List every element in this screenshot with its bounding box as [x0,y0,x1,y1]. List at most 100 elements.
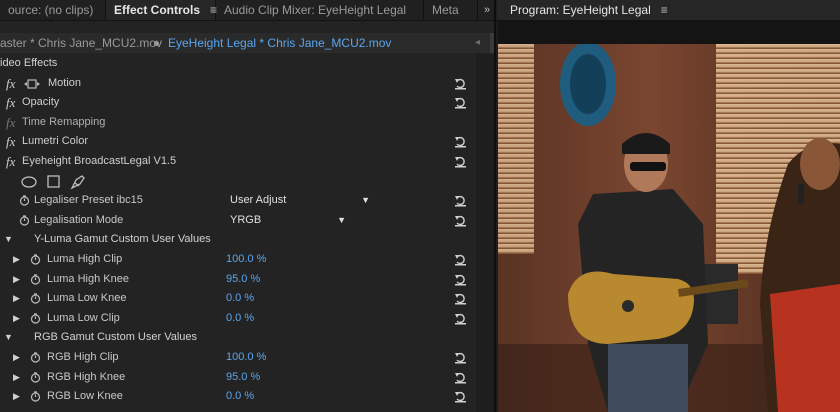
stopwatch-icon[interactable] [30,352,41,363]
effect-eyeheight-broadcastlegal[interactable]: fx Eyeheight BroadcastLegal V1.5 [0,152,476,172]
fx-toggle-icon[interactable]: fx [6,152,15,172]
param-luma-high-knee: ▶ Luma High Knee 95.0 % [0,270,476,290]
stopwatch-icon[interactable] [19,215,30,226]
group-rgb-gamut[interactable]: ▼ RGB Gamut Custom User Values [0,328,476,348]
tab-metadata[interactable]: Meta [424,0,478,20]
disclosure-open-icon[interactable]: ▼ [4,230,13,250]
fx-toggle-icon[interactable]: fx [6,93,15,113]
disclosure-closed-icon[interactable]: ▶ [13,309,20,329]
effect-motion[interactable]: fx Motion [0,74,476,94]
clip-selector-bar: aster * Chris Jane_MCU2.mov EyeHeight Le… [0,33,494,53]
effect-label: Lumetri Color [22,135,89,148]
reset-icon[interactable] [454,292,467,305]
effect-label: Opacity [22,96,60,109]
stopwatch-icon[interactable] [30,293,41,304]
param-label: RGB High Knee [47,370,126,383]
reset-icon[interactable] [454,155,467,168]
reset-icon[interactable] [454,135,467,148]
mask-tools-row [0,172,476,192]
effect-label: Time Remapping [22,115,106,128]
group-label: RGB Gamut Custom User Values [34,331,198,344]
param-label: RGB Low Knee [47,390,123,403]
fx-toggle-icon[interactable]: fx [6,113,15,133]
legaliser-preset-dropdown[interactable]: User Adjust ▼ [226,191,376,210]
stopwatch-icon[interactable] [30,313,41,324]
tab-audio-clip-mixer[interactable]: Audio Clip Mixer: EyeHeight Legal [216,0,424,20]
param-value[interactable]: 95.0 % [226,368,260,388]
stopwatch-icon[interactable] [19,195,30,206]
param-luma-low-clip: ▶ Luma Low Clip 0.0 % [0,309,476,329]
param-value[interactable]: 0.0 % [226,309,254,329]
disclosure-closed-icon[interactable]: ▶ [13,368,20,388]
effect-lumetri-color[interactable]: fx Lumetri Color [0,132,476,152]
legalisation-mode-dropdown[interactable]: YRGB ▼ [226,211,352,230]
disclosure-closed-icon[interactable]: ▶ [13,250,20,270]
reset-icon[interactable] [454,96,467,109]
param-label: Legaliser Preset ibc15 [34,194,143,207]
param-value[interactable]: 0.0 % [226,387,254,407]
effect-label: Eyeheight BroadcastLegal V1.5 [22,154,177,167]
clip-separator-dot [154,41,159,46]
chevron-down-icon: ▼ [337,214,346,225]
fx-toggle-icon[interactable]: fx [6,132,15,152]
param-legaliser-preset: Legaliser Preset ibc15 User Adjust ▼ [0,191,476,211]
param-value[interactable]: 100.0 % [226,348,266,368]
reset-icon[interactable] [454,77,467,90]
timeline-toggle-icon[interactable]: ◂ [475,33,480,53]
group-label: Y-Luma Gamut Custom User Values [34,233,211,246]
param-label: RGB High Clip [47,350,119,363]
program-monitor-panel [498,21,840,412]
tab-source[interactable]: ource: (no clips) [0,0,106,20]
stopwatch-icon[interactable] [30,391,41,402]
chevron-down-icon: ▼ [361,195,370,206]
video-effects-header: ideo Effects [0,57,58,69]
param-rgb-high-clip: ▶ RGB High Clip 100.0 % [0,348,476,368]
program-menu-icon[interactable]: ≡ [661,3,668,17]
reset-icon[interactable] [454,214,467,227]
param-rgb-high-knee: ▶ RGB High Knee 95.0 % [0,368,476,388]
param-label: Legalisation Mode [34,213,124,226]
reset-icon[interactable] [454,194,467,207]
stopwatch-icon[interactable] [30,254,41,265]
disclosure-open-icon[interactable]: ▼ [4,328,13,348]
effect-opacity[interactable]: fx Opacity [0,93,476,113]
timeline-area[interactable] [476,54,494,412]
rectangle-mask-icon [47,174,60,188]
disclosure-closed-icon[interactable]: ▶ [13,387,20,407]
tab-program-monitor[interactable]: Program: EyeHeight Legal ≡ [498,0,840,20]
param-value[interactable]: 100.0 % [226,250,266,270]
disclosure-closed-icon[interactable]: ▶ [13,289,20,309]
reset-icon[interactable] [454,371,467,384]
program-video-frame[interactable] [498,44,840,412]
reset-icon[interactable] [454,390,467,403]
reset-icon[interactable] [454,273,467,286]
group-y-luma-gamut[interactable]: ▼ Y-Luma Gamut Custom User Values [0,230,476,250]
param-luma-low-knee: ▶ Luma Low Knee 0.0 % [0,289,476,309]
reset-icon[interactable] [454,312,467,325]
panel-divider[interactable] [494,0,496,412]
disclosure-closed-icon[interactable]: ▶ [13,348,20,368]
effect-label: Motion [48,76,82,89]
param-label: Luma High Clip [47,252,123,265]
param-value[interactable]: 95.0 % [226,270,260,290]
param-label: Luma High Knee [47,272,129,285]
stopwatch-icon[interactable] [30,371,41,383]
reset-icon[interactable] [454,351,467,364]
timeline-divider [490,33,494,53]
sequence-clip-label[interactable]: EyeHeight Legal * Chris Jane_MCU2.mov [168,33,391,53]
pen-mask-icon [70,174,85,190]
master-clip-label[interactable]: aster * Chris Jane_MCU2.mov [0,33,162,53]
param-value[interactable]: 0.0 % [226,289,254,309]
stopwatch-icon[interactable] [30,273,41,285]
param-legalisation-mode: Legalisation Mode YRGB ▼ [0,211,476,231]
reset-icon[interactable] [454,253,467,266]
fx-toggle-icon[interactable]: fx [6,74,15,94]
param-label: Luma Low Knee [47,292,127,305]
effect-time-remapping[interactable]: fx Time Remapping [0,113,476,133]
param-label: Luma Low Clip [47,311,120,324]
disclosure-closed-icon[interactable]: ▶ [13,270,20,290]
motion-transform-icon[interactable] [24,78,40,89]
ellipse-mask-icon [21,175,37,188]
param-rgb-low-knee: ▶ RGB Low Knee 0.0 % [0,387,476,407]
tab-effect-controls[interactable]: Effect Controls ≡ [106,0,217,20]
